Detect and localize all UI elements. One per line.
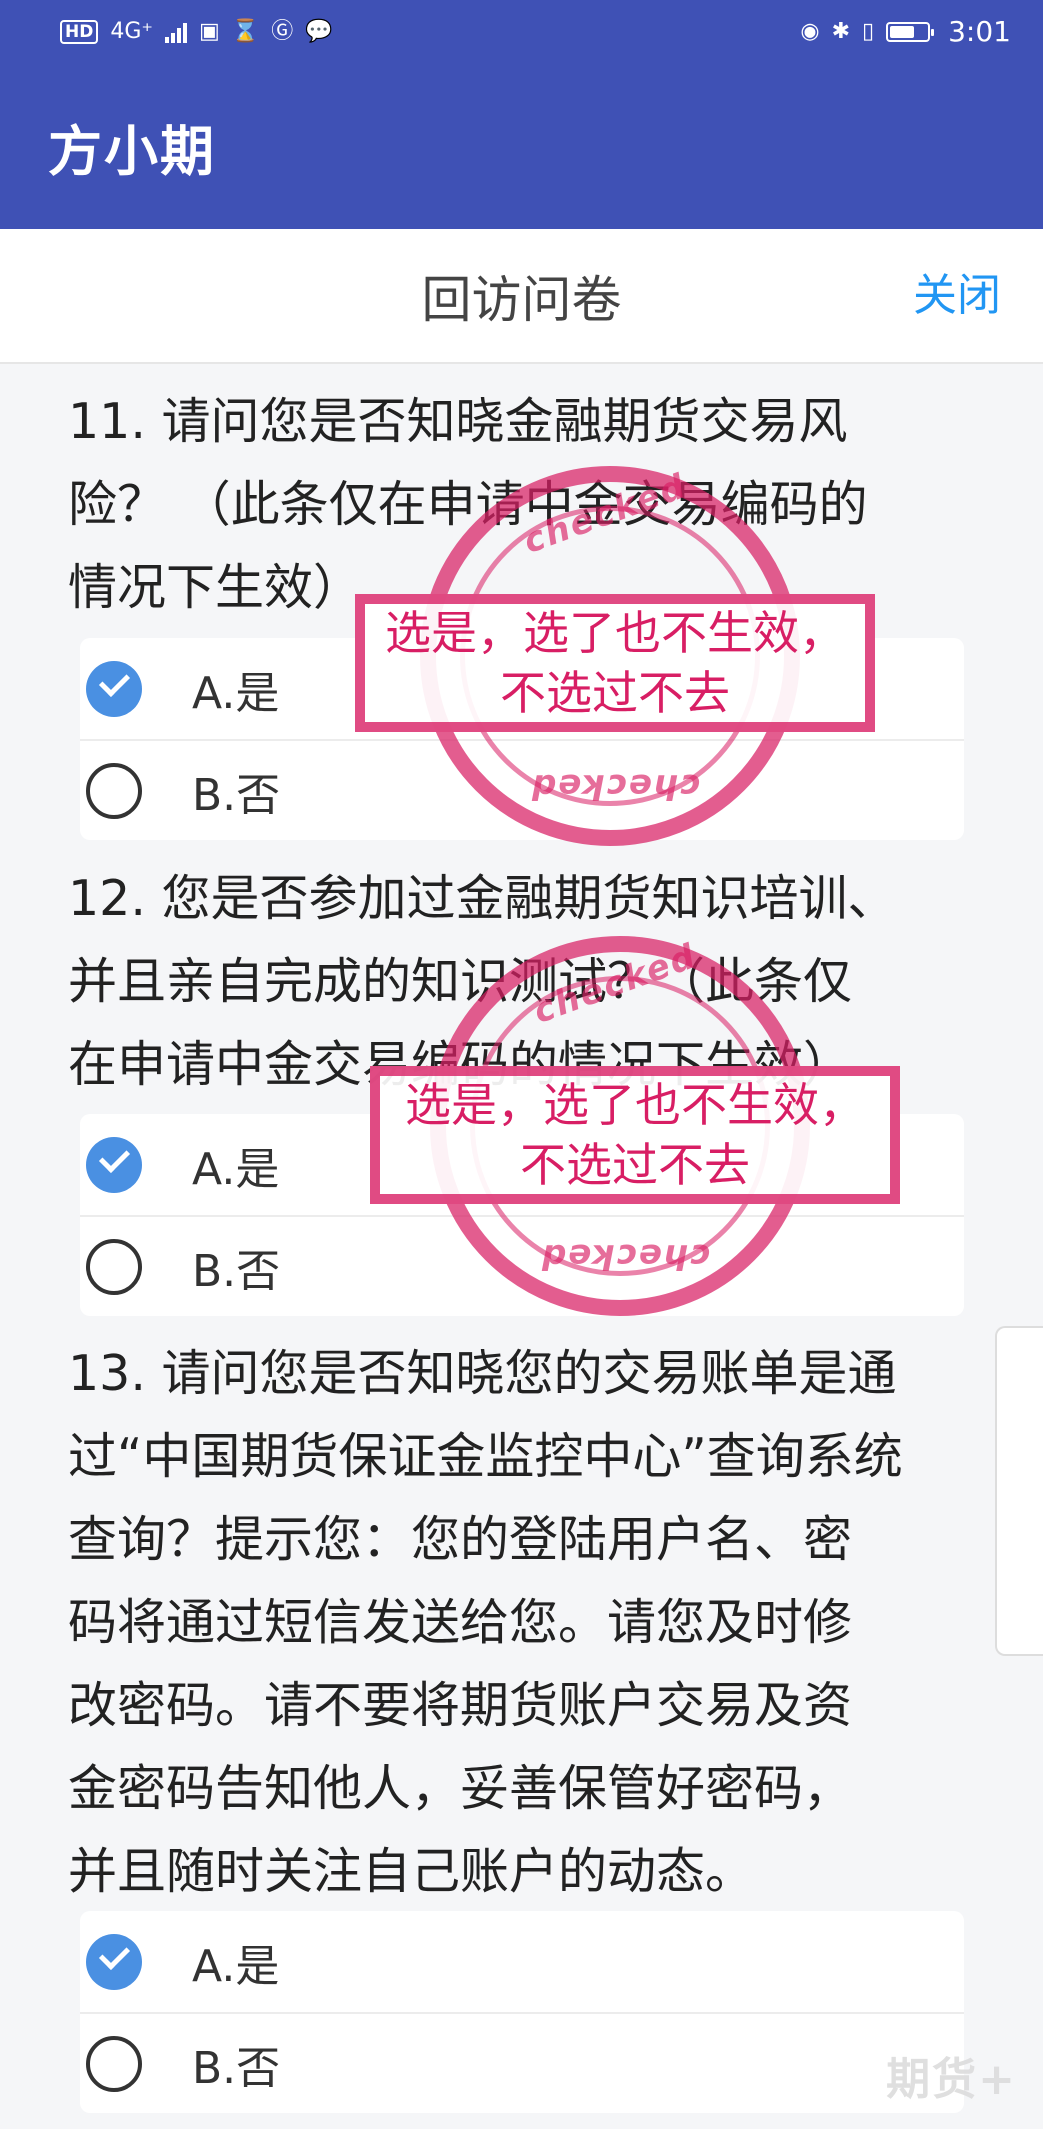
network-type-icon: 4G⁺ [110, 18, 154, 44]
question-line: 并且亲自完成的知识测试？（此条仅 [68, 953, 853, 1010]
app-title: 方小期 [48, 119, 216, 183]
question-line: 12. 您是否参加过金融期货知识培训、 [68, 870, 897, 927]
checked-radio-icon[interactable] [86, 1933, 142, 1990]
option-b[interactable]: B.否 [80, 739, 964, 840]
question-line: 11. 请问您是否知晓金融期货交易风 [68, 393, 848, 450]
checked-radio-icon[interactable] [86, 1136, 142, 1193]
hourglass-icon: ⌛ [231, 18, 260, 44]
questionnaire-header: 回访问卷 关闭 [0, 229, 1043, 364]
checked-radio-icon[interactable] [86, 660, 142, 717]
question-11: 11. 请问您是否知晓金融期货交易风 险？ （此条仅在申请中金交易编码的 情况下… [68, 380, 988, 629]
question-13: 13. 请问您是否知晓您的交易账单是通 过“中国期货保证金监控中心”查询系统 查… [68, 1332, 988, 1913]
watermark: 期货+ [886, 2054, 1017, 2105]
status-right: ◉ ✱ ▯ 3:01 [800, 15, 1011, 48]
close-button[interactable]: 关闭 [913, 259, 1001, 323]
g-app-icon: Ⓖ [271, 18, 294, 44]
unchecked-radio-icon[interactable] [86, 2035, 142, 2092]
stamp-note: 选是，选了也不生效，不选过不去 [355, 594, 875, 732]
unchecked-radio-icon[interactable] [86, 1238, 142, 1295]
option-label: A.是 [192, 1940, 280, 1992]
hd-icon: HD [60, 19, 99, 44]
question-line: 过“中国期货保证金监控中心”查询系统 [68, 1428, 903, 1485]
eye-icon: ◉ [800, 18, 820, 44]
question-line: 险？ （此条仅在申请中金交易编码的 [68, 476, 868, 533]
status-left: HD 4G⁺ ▣ ⌛ Ⓖ 💬 [60, 18, 333, 44]
clock: 3:01 [948, 15, 1011, 48]
app-notification-icon: ▣ [199, 18, 220, 44]
signal-icon [165, 21, 188, 43]
question-line: 改密码。请不要将期货账户交易及资 [68, 1677, 853, 1734]
vibrate-icon: ▯ [862, 18, 875, 44]
option-label: A.是 [192, 1143, 280, 1195]
bluetooth-icon: ✱ [831, 18, 850, 44]
option-a[interactable]: A.是 [80, 1911, 964, 2012]
option-label: B.否 [192, 1245, 281, 1297]
app-bar: 方小期 [0, 63, 1043, 229]
option-b[interactable]: B.否 [80, 2012, 964, 2113]
question-line: 并且随时关注自己账户的动态。 [68, 1843, 755, 1900]
unchecked-radio-icon[interactable] [86, 762, 142, 819]
option-label: A.是 [192, 667, 280, 719]
questionnaire-content[interactable]: 11. 请问您是否知晓金融期货交易风 险？ （此条仅在申请中金交易编码的 情况下… [0, 366, 1043, 2129]
page-title: 回访问卷 [421, 270, 622, 329]
battery-icon [886, 21, 935, 42]
question-13-options: A.是 B.否 [80, 1911, 964, 2113]
scroll-handle[interactable] [995, 1326, 1043, 1656]
option-label: B.否 [192, 769, 281, 821]
question-line: 查询？提示您：您的登陆用户名、密 [68, 1511, 853, 1568]
question-line: 码将通过短信发送给您。请您及时修 [68, 1594, 853, 1651]
option-b[interactable]: B.否 [80, 1215, 964, 1316]
stamp-note: 选是，选了也不生效，不选过不去 [370, 1066, 900, 1204]
question-line: 13. 请问您是否知晓您的交易账单是通 [68, 1345, 897, 1402]
message-icon: 💬 [305, 18, 333, 44]
option-label: B.否 [192, 2042, 281, 2094]
question-line: 金密码告知他人，妥善保管好密码， [68, 1760, 853, 1817]
status-bar: HD 4G⁺ ▣ ⌛ Ⓖ 💬 ◉ ✱ ▯ 3:01 [0, 0, 1043, 63]
